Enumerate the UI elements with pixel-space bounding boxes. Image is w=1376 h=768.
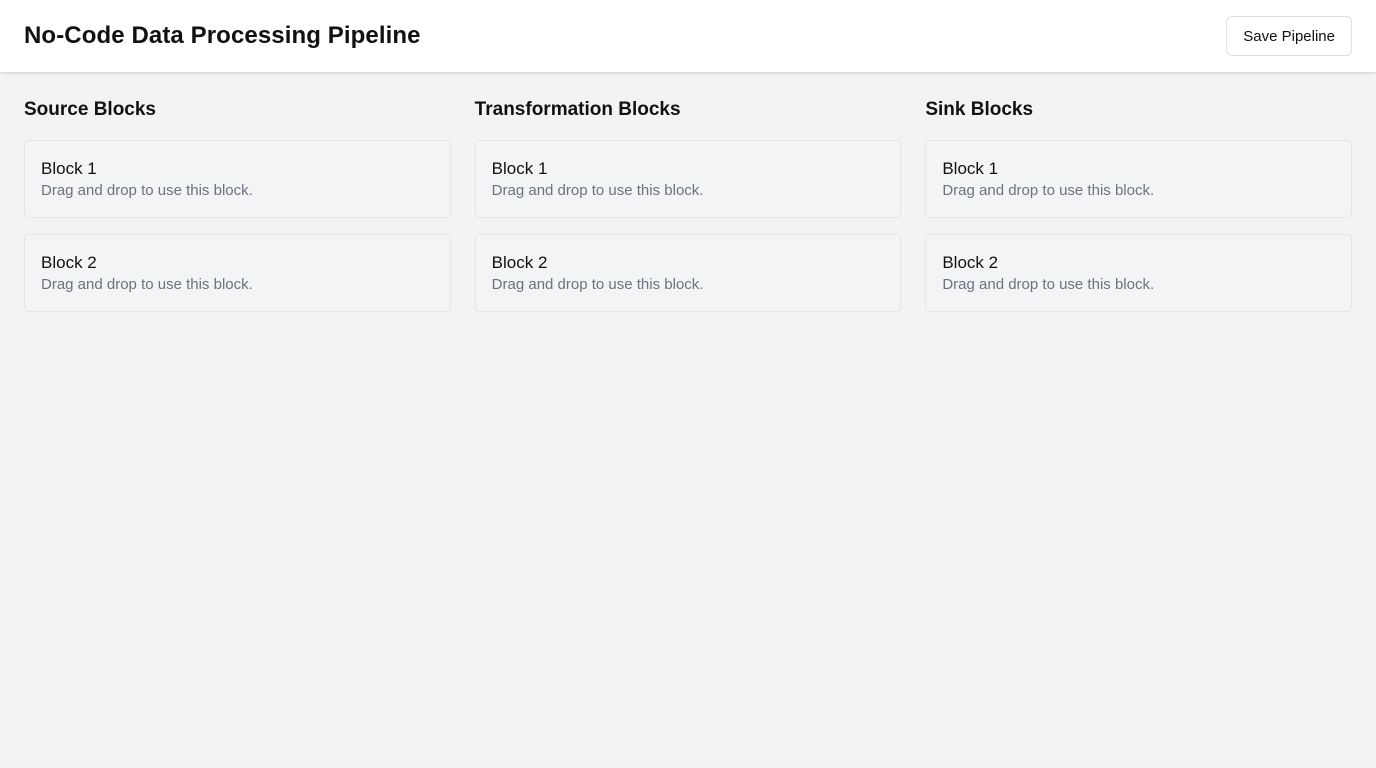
sink-blocks-column: Sink Blocks Block 1 Drag and drop to use…: [925, 96, 1353, 328]
block-description: Drag and drop to use this block.: [491, 182, 704, 199]
block-description: Drag and drop to use this block.: [942, 182, 1155, 199]
sink-block-1[interactable]: Block 1 Drag and drop to use this block.: [925, 140, 1353, 218]
block-name: Block 1: [41, 159, 97, 178]
save-pipeline-button[interactable]: Save Pipeline: [1226, 16, 1352, 56]
source-blocks-column: Source Blocks Block 1 Drag and drop to u…: [24, 96, 451, 328]
block-name: Block 2: [942, 253, 999, 272]
transformation-block-2[interactable]: Block 2 Drag and drop to use this block.: [474, 234, 902, 312]
page-title: No-Code Data Processing Pipeline: [24, 22, 421, 49]
transformation-block-1[interactable]: Block 1 Drag and drop to use this block.: [474, 140, 902, 218]
column-title: Transformation Blocks: [474, 99, 681, 120]
block-description: Drag and drop to use this block.: [41, 182, 253, 199]
sink-block-2[interactable]: Block 2 Drag and drop to use this block.: [925, 234, 1353, 312]
block-name: Block 1: [491, 159, 548, 178]
block-name: Block 2: [41, 253, 97, 272]
block-description: Drag and drop to use this block.: [491, 276, 704, 293]
source-block-2[interactable]: Block 2 Drag and drop to use this block.: [24, 234, 451, 312]
source-block-1[interactable]: Block 1 Drag and drop to use this block.: [24, 140, 451, 218]
block-name: Block 2: [491, 253, 548, 272]
column-title: Source Blocks: [24, 99, 156, 120]
block-description: Drag and drop to use this block.: [41, 276, 253, 293]
transformation-blocks-column: Transformation Blocks Block 1 Drag and d…: [474, 96, 902, 328]
top-bar: No-Code Data Processing Pipeline Save Pi…: [0, 0, 1376, 72]
block-palette: Source Blocks Block 1 Drag and drop to u…: [24, 96, 1353, 328]
block-name: Block 1: [942, 159, 999, 178]
column-title: Sink Blocks: [925, 99, 1034, 120]
block-description: Drag and drop to use this block.: [942, 276, 1155, 293]
